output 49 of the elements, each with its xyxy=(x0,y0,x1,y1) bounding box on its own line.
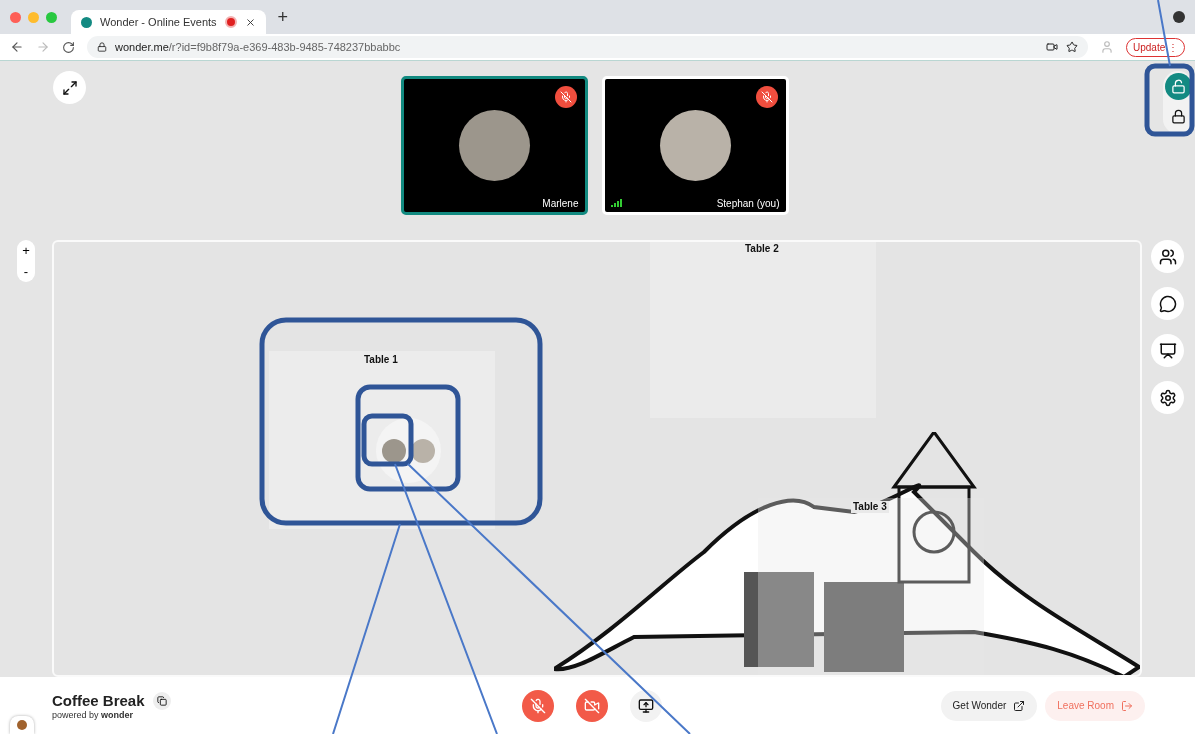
zoom-out-button[interactable]: - xyxy=(23,261,29,282)
address-bar[interactable]: wonder.me/r?id=f9b8f79a-e369-483b-9485-748237bbabbc xyxy=(87,36,1088,59)
padlock-icon xyxy=(1170,109,1186,124)
participant-name: Marlene xyxy=(542,198,579,209)
camera-off-icon xyxy=(584,697,600,714)
chat-icon xyxy=(1158,294,1177,313)
mic-button[interactable] xyxy=(522,689,554,722)
expand-icon xyxy=(61,79,78,96)
muted-microphone-icon xyxy=(530,697,546,714)
fullscreen-button[interactable] xyxy=(53,71,86,104)
star-icon[interactable] xyxy=(1065,41,1078,54)
browser-tab[interactable]: Wonder - Online Events xyxy=(71,10,266,35)
presenter-icon xyxy=(1158,341,1177,360)
people-icon xyxy=(1158,247,1177,266)
lock-icon xyxy=(97,42,107,53)
cookie-icon xyxy=(17,720,27,730)
screen-share-icon xyxy=(638,697,654,714)
copy-icon xyxy=(156,695,167,706)
update-button[interactable]: Update ⋮ xyxy=(1125,37,1185,57)
participant-name: Stephan (you) xyxy=(716,198,780,209)
chat-button[interactable] xyxy=(1151,287,1184,320)
close-icon[interactable] xyxy=(244,16,256,28)
tab-menu-icon[interactable] xyxy=(1173,11,1185,24)
reload-icon[interactable] xyxy=(62,40,75,54)
room-name: Coffee Break xyxy=(52,692,145,709)
presenter-button[interactable] xyxy=(1151,334,1184,367)
copy-button[interactable] xyxy=(152,691,171,710)
share-button[interactable] xyxy=(630,689,662,722)
table-label: Table 3 xyxy=(851,501,889,513)
settings-button[interactable] xyxy=(1151,381,1184,414)
external-link-icon xyxy=(1013,699,1026,712)
open-padlock-icon xyxy=(1170,79,1186,94)
powered-by-text: powered by wonder xyxy=(52,709,135,720)
cookie-button[interactable] xyxy=(10,716,34,734)
get-wonder-button[interactable]: Get Wonder xyxy=(940,690,1038,721)
settings-icon xyxy=(1158,388,1177,407)
avatar-photo-placeholder xyxy=(382,438,406,463)
table-label: Table 2 xyxy=(743,243,781,255)
camera-icon[interactable] xyxy=(1045,41,1058,54)
site-logo-icon xyxy=(81,16,92,28)
zoom-in-button[interactable]: + xyxy=(22,240,30,261)
table-label: Table 1 xyxy=(362,354,400,366)
camera-button[interactable] xyxy=(576,689,608,722)
people-button[interactable] xyxy=(1151,240,1184,273)
signal-icon xyxy=(610,199,623,207)
new-tab-button[interactable]: + xyxy=(271,6,295,28)
unlock-button[interactable] xyxy=(1164,73,1192,100)
table-area[interactable] xyxy=(758,498,984,675)
exit-icon xyxy=(1121,699,1133,712)
